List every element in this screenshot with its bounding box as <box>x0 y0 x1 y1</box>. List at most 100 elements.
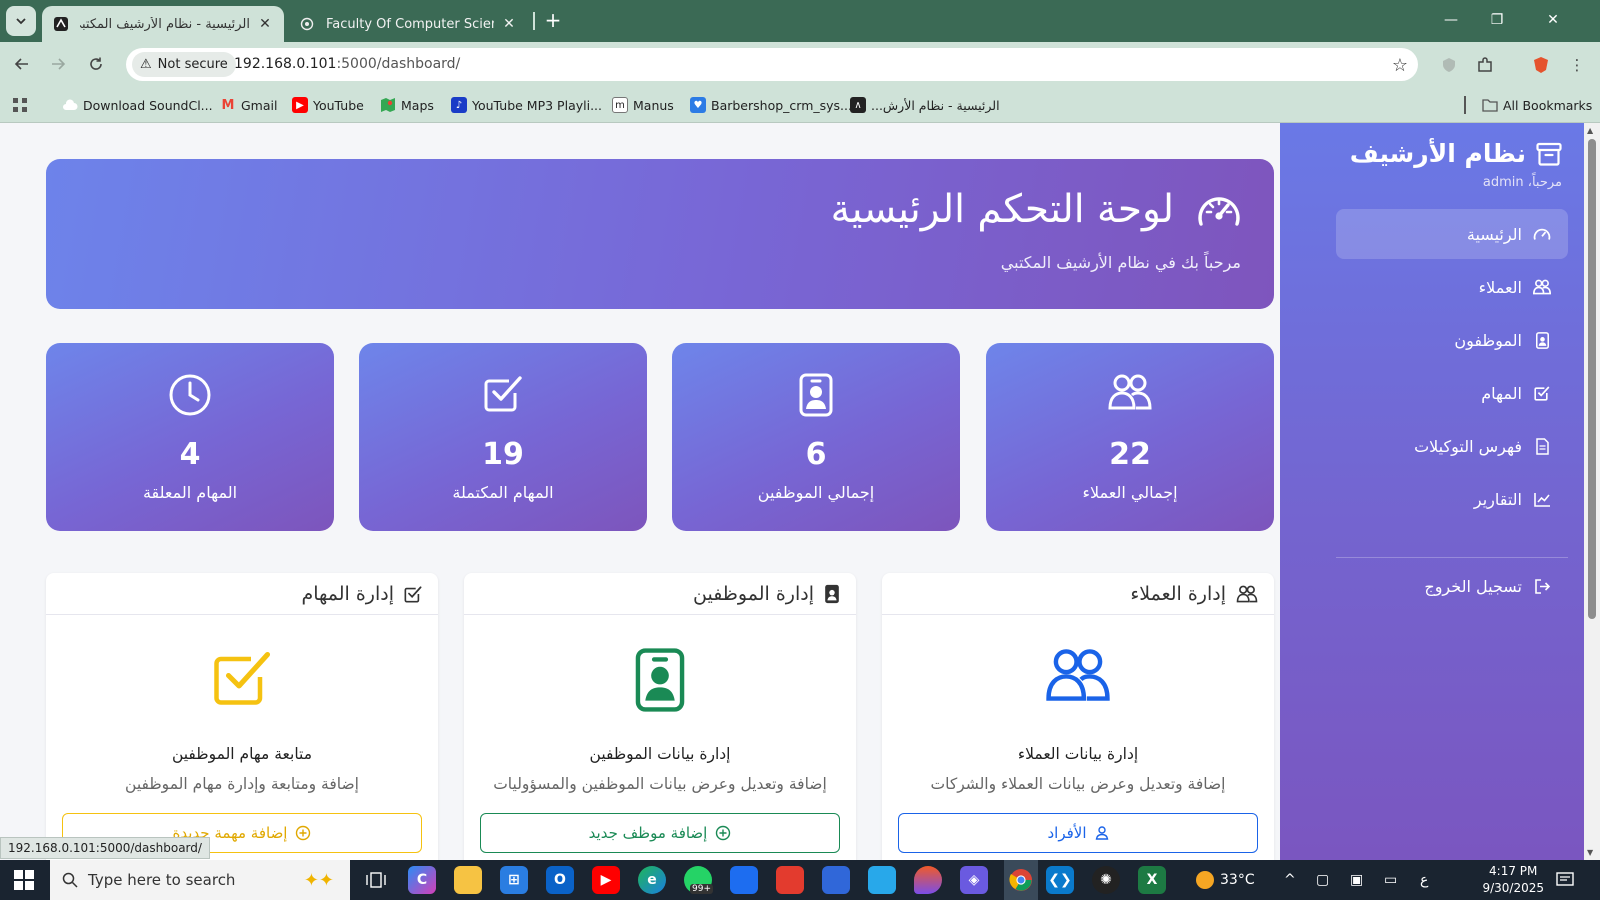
stat-value: 19 <box>482 437 524 472</box>
notifications-icon[interactable] <box>1556 860 1574 900</box>
sidebar: نظام الأرشيف مرحباً، admin الرئيسية العم… <box>1280 123 1584 860</box>
card-employee-management: إدارة الموظفين إدارة بيانات الموظفين إضا… <box>464 573 856 860</box>
apps-grid-icon[interactable] <box>12 95 28 115</box>
card-task-management: إدارة المهام متابعة مهام الموظفين إضافة … <box>46 573 438 860</box>
scroll-down-arrow-icon[interactable]: ▼ <box>1587 848 1593 857</box>
tab-search-button[interactable] <box>6 6 36 36</box>
id-badge-icon <box>672 373 960 417</box>
input-language-indicator[interactable]: ع <box>1420 860 1428 900</box>
weather-widget[interactable]: 33°C <box>1196 860 1255 900</box>
excel-icon[interactable]: X <box>1138 866 1166 894</box>
edge-icon[interactable]: e <box>638 866 666 894</box>
document-icon <box>1532 436 1552 456</box>
bookmark-item[interactable]: M Gmail <box>220 95 278 115</box>
sidebar-item-tasks[interactable]: المهام <box>1336 368 1568 418</box>
stat-value: 4 <box>179 437 201 472</box>
sidebar-item-logout[interactable]: تسجيل الخروج <box>1336 561 1568 611</box>
welcome-text: مرحباً، admin <box>1482 175 1562 190</box>
vscode-icon[interactable]: ❮❯ <box>1046 866 1074 894</box>
restore-button[interactable]: ❐ <box>1474 0 1520 40</box>
tray-device-icon[interactable]: ▢ <box>1316 860 1329 900</box>
outlook-icon[interactable]: O <box>546 866 574 894</box>
close-tab-icon[interactable]: ✕ <box>500 16 518 32</box>
scrollbar-thumb[interactable] <box>1588 139 1596 619</box>
back-button[interactable] <box>8 50 36 78</box>
people-icon <box>882 647 1274 703</box>
security-label: Not secure <box>157 57 228 72</box>
browser-tab-inactive[interactable]: Faculty Of Computer Science an ✕ <box>288 6 528 42</box>
kebab-menu-icon[interactable]: ⋮ <box>1566 54 1588 76</box>
page-viewport: لوحة التحكم الرئيسية مرحباً بك في نظام ا… <box>0 123 1600 860</box>
bookmark-item[interactable]: ♪ YouTube MP3 Playli... <box>451 95 602 115</box>
stat-label: المهام المعلقة <box>142 483 238 502</box>
tray-display-icon[interactable]: ▣ <box>1350 860 1363 900</box>
minimize-button[interactable]: — <box>1428 0 1474 40</box>
reload-button[interactable] <box>82 50 110 78</box>
browser-tab-active[interactable]: الرئيسية - نظام الأرشيف المكتبي ✕ <box>42 6 284 42</box>
paint-drop-icon[interactable] <box>914 866 942 894</box>
browser-tab-strip: الرئيسية - نظام الأرشيف المكتبي ✕ Facult… <box>0 0 1600 42</box>
bookmark-item[interactable]: ∧ الرئيسية - نظام الأرش... <box>850 95 1000 115</box>
all-bookmarks-button[interactable]: All Bookmarks <box>1482 95 1592 115</box>
sidebar-item-clients[interactable]: العملاء <box>1336 262 1568 312</box>
tray-battery-icon[interactable]: ▭ <box>1384 860 1397 900</box>
reload-icon <box>90 57 102 70</box>
folder-icon <box>1482 97 1498 113</box>
taskbar-search-box[interactable]: Type here to search ✦✦ <box>50 860 350 900</box>
bookmark-item[interactable]: ▶ YouTube <box>292 95 364 115</box>
forward-button[interactable] <box>44 50 72 78</box>
windows-start-icon[interactable] <box>14 870 34 890</box>
bookmark-item[interactable]: Download SoundCl... <box>62 95 213 115</box>
app-icon[interactable] <box>776 866 804 894</box>
sparkle-icon: ✦✦ <box>303 869 334 891</box>
bookmark-item[interactable]: Maps <box>380 95 434 115</box>
sidebar-item-home[interactable]: الرئيسية <box>1336 209 1568 259</box>
clock-icon <box>46 373 334 417</box>
check-square-icon <box>404 585 422 603</box>
sidebar-item-reports[interactable]: التقارير <box>1336 474 1568 524</box>
extensions-puzzle-icon[interactable] <box>1474 54 1496 76</box>
tray-chevron-up-icon[interactable]: ^ <box>1284 860 1296 900</box>
file-explorer-icon[interactable] <box>454 866 482 894</box>
chrome-icon[interactable] <box>1004 860 1038 900</box>
plus-circle-icon <box>295 825 311 841</box>
individuals-button[interactable]: الأفراد <box>898 813 1258 853</box>
new-tab-button[interactable]: + <box>542 6 564 34</box>
extension-shield-icon[interactable] <box>1438 54 1460 76</box>
tab-title: Faculty Of Computer Science an <box>326 16 494 32</box>
bookmarks-bar: Download SoundCl... M Gmail ▶ YouTube Ma… <box>0 87 1600 123</box>
close-tab-icon[interactable]: ✕ <box>256 16 274 32</box>
sidebar-item-employees[interactable]: الموظفون <box>1336 315 1568 365</box>
gamepad-icon[interactable]: ◈ <box>960 866 988 894</box>
card-title: متابعة مهام الموظفين <box>171 745 313 763</box>
scroll-up-arrow-icon[interactable]: ▲ <box>1587 126 1593 135</box>
close-window-button[interactable]: ✕ <box>1530 0 1576 40</box>
bookmark-item[interactable]: ♥ Barbershop_crm_sys... <box>690 95 852 115</box>
plus-circle-icon <box>715 825 731 841</box>
add-employee-button[interactable]: إضافة موظف جديد <box>480 813 840 853</box>
people-icon <box>1532 277 1552 297</box>
app-icon[interactable] <box>868 866 896 894</box>
tab-title: الرئيسية - نظام الأرشيف المكتبي <box>80 16 250 32</box>
bookmark-star-icon[interactable]: ☆ <box>1392 55 1408 76</box>
bookmark-item[interactable]: m Manus <box>612 95 674 115</box>
url-text: 192.168.0.101:5000/dashboard/ <box>234 56 461 72</box>
page-scrollbar[interactable]: ▲ ▼ <box>1584 123 1600 860</box>
page-subtitle: مرحباً بك في نظام الأرشيف المكتبي <box>1000 253 1241 272</box>
app-icon[interactable] <box>822 866 850 894</box>
brave-lion-icon[interactable] <box>1530 54 1552 76</box>
speedometer-icon <box>1532 224 1552 244</box>
task-view-icon[interactable] <box>362 866 390 894</box>
site-security-chip[interactable]: ⚠ Not secure <box>132 52 236 77</box>
chatgpt-icon[interactable]: ✺ <box>1092 866 1120 894</box>
bookmarks-divider <box>1464 95 1466 115</box>
windows-taskbar: Type here to search ✦✦ C ⊞ O ▶ e 99+ ◈ ❮… <box>0 860 1600 900</box>
taskbar-clock[interactable]: 4:17 PM 9/30/2025 <box>1482 863 1544 897</box>
microsoft-store-icon[interactable]: ⊞ <box>500 866 528 894</box>
address-bar[interactable]: ⚠ Not secure 192.168.0.101:5000/dashboar… <box>126 48 1418 81</box>
copilot-icon[interactable]: C <box>408 866 436 894</box>
stat-value: 22 <box>1109 437 1151 472</box>
youtube-app-icon[interactable]: ▶ <box>592 866 620 894</box>
sidebar-item-power-of-attorney-index[interactable]: فهرس التوكيلات <box>1336 421 1568 471</box>
app-icon[interactable] <box>730 866 758 894</box>
